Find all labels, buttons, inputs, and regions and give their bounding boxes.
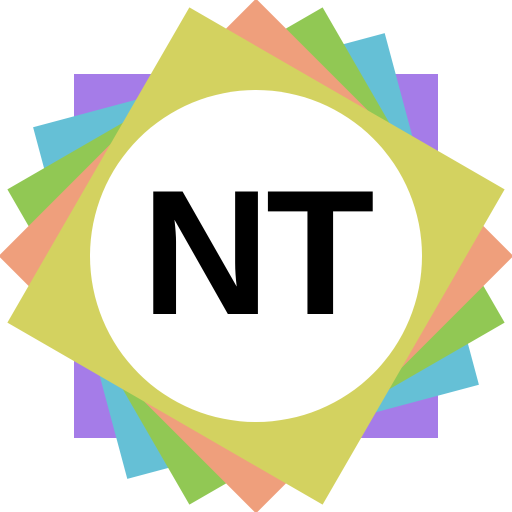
logo-text: NT: [141, 153, 374, 352]
nt-logo: NT: [0, 0, 512, 512]
